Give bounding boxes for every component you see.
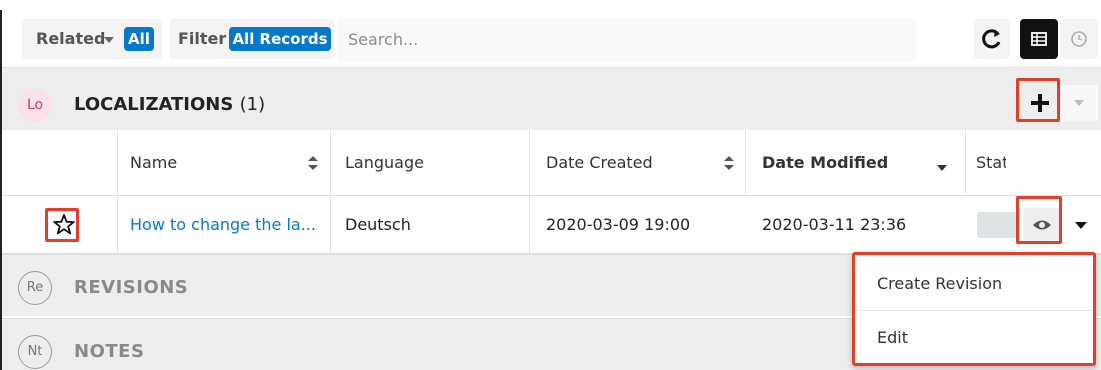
localizations-header[interactable]: Lo LOCALIZATIONS (1) — [2, 68, 1101, 130]
sort-icon[interactable] — [724, 156, 734, 170]
status-badge — [977, 212, 1017, 238]
sort-icon[interactable] — [308, 156, 318, 170]
localizations-table: Name Language Date Created Date Modified… — [2, 130, 1101, 254]
row-actions-menu: Create Revision Edit — [852, 252, 1096, 366]
related-label: Related — [36, 29, 106, 48]
search-placeholder: Search... — [348, 30, 419, 49]
highlight-box — [1016, 196, 1062, 244]
table-icon — [1031, 32, 1047, 46]
filter-value-pill[interactable]: All Records — [229, 27, 331, 51]
column-header-name[interactable]: Name — [130, 130, 177, 196]
module-badge: Re — [18, 271, 52, 305]
sort-descending-icon — [937, 165, 947, 171]
section-title: NOTES — [74, 341, 145, 362]
cell-date-created: 2020-03-09 19:00 — [546, 215, 691, 234]
filter-toolbar: Related All Filter All Records Search... — [2, 10, 1101, 68]
row-actions-dropdown[interactable] — [1064, 208, 1098, 242]
table-row: How to change the la... Deutsch 2020-03-… — [2, 196, 1101, 254]
record-name-link[interactable]: How to change the la... — [130, 196, 316, 254]
chevron-down-icon — [1075, 222, 1087, 229]
refresh-icon — [982, 29, 1001, 49]
section-title: LOCALIZATIONS (1) — [74, 88, 265, 122]
cell-date-modified: 2020-03-11 23:36 — [762, 215, 907, 234]
column-header-date-created[interactable]: Date Created — [546, 130, 653, 196]
menu-item-edit[interactable]: Edit — [855, 311, 1093, 365]
highlight-box — [1016, 78, 1060, 122]
module-badge: Lo — [18, 88, 52, 122]
column-header-status[interactable]: Stat — [976, 130, 1006, 196]
related-value-pill[interactable]: All — [124, 27, 154, 51]
section-actions-dropdown[interactable] — [1060, 85, 1098, 121]
column-header-date-modified[interactable]: Date Modified — [762, 130, 888, 196]
clock-icon — [1071, 31, 1087, 47]
refresh-button[interactable] — [974, 19, 1010, 59]
section-count: (1) — [239, 94, 266, 115]
highlight-box — [45, 208, 79, 242]
cell-language: Deutsch — [345, 215, 411, 234]
list-view-button[interactable] — [1020, 19, 1058, 59]
filter-label: Filter — [178, 29, 227, 48]
module-badge: Nt — [18, 335, 52, 369]
section-title-text: LOCALIZATIONS — [74, 94, 234, 115]
menu-item-create-revision[interactable]: Create Revision — [855, 257, 1093, 311]
search-input[interactable]: Search... — [338, 19, 916, 61]
chevron-down-icon — [1074, 100, 1084, 106]
section-title: REVISIONS — [74, 277, 189, 298]
column-header-language[interactable]: Language — [345, 130, 424, 196]
table-header: Name Language Date Created Date Modified… — [2, 130, 1101, 196]
chevron-down-icon — [104, 37, 114, 43]
activity-view-button[interactable] — [1060, 19, 1098, 59]
